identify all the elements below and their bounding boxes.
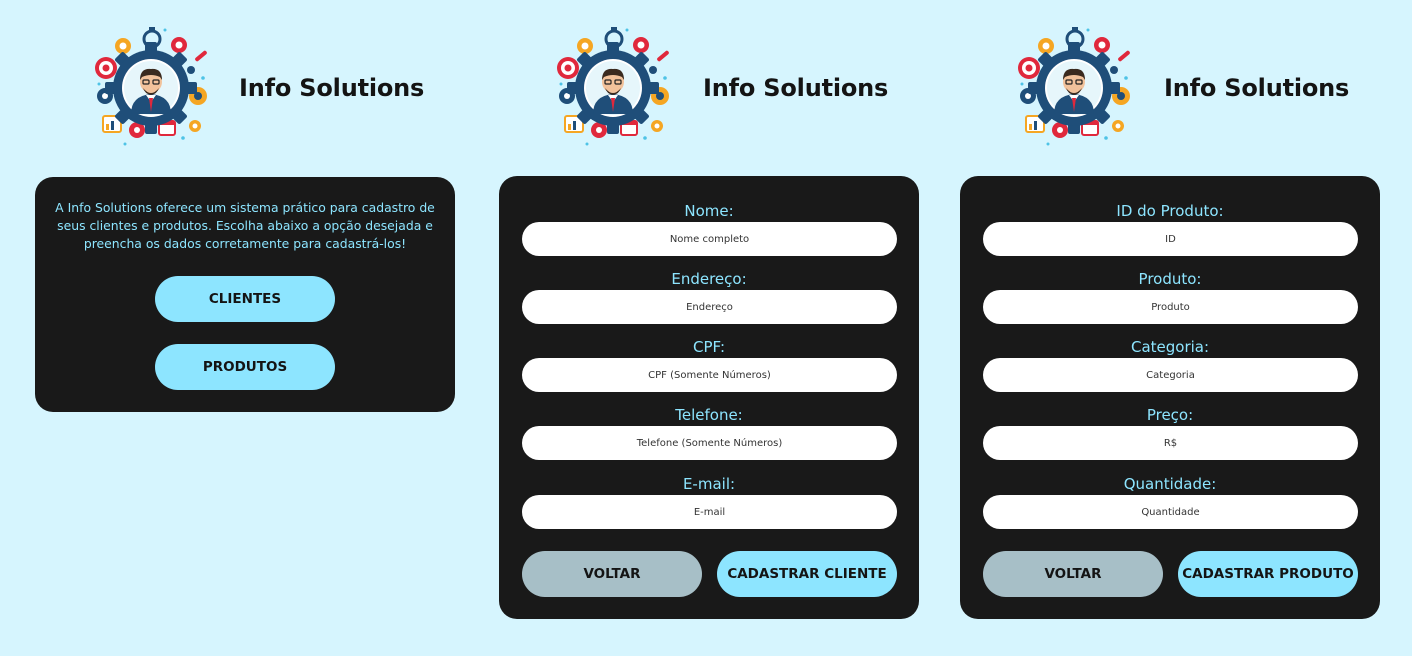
phone-field[interactable] <box>522 426 897 460</box>
client-form-panel: Nome: Endereço: CPF: Telefone: E-mail: V… <box>499 176 919 619</box>
register-client-button[interactable]: CADASTRAR CLIENTE <box>717 551 897 597</box>
businessman-gears-icon <box>557 26 675 150</box>
back-button[interactable]: VOLTAR <box>522 551 702 597</box>
home-panel: A Info Solutions oferece um sistema prát… <box>35 177 455 412</box>
email-label: E-mail: <box>682 475 736 493</box>
email-field[interactable] <box>522 495 897 529</box>
brand-header: Info Solutions <box>95 26 424 150</box>
businessman-gears-icon <box>95 26 213 150</box>
quantity-field[interactable] <box>983 495 1358 529</box>
product-id-label: ID do Produto: <box>1116 202 1224 220</box>
category-field[interactable] <box>983 358 1358 392</box>
back-button[interactable]: VOLTAR <box>983 551 1163 597</box>
price-label: Preço: <box>1146 406 1194 424</box>
product-id-field[interactable] <box>983 222 1358 256</box>
category-label: Categoria: <box>1130 338 1210 356</box>
register-product-button[interactable]: CADASTRAR PRODUTO <box>1178 551 1358 597</box>
products-button[interactable]: PRODUTOS <box>155 344 335 390</box>
name-label: Nome: <box>684 202 734 220</box>
clients-button[interactable]: CLIENTES <box>155 276 335 322</box>
brand-header: Info Solutions <box>557 26 888 150</box>
phone-label: Telefone: <box>675 406 743 424</box>
product-form-panel: ID do Produto: Produto: Categoria: Preço… <box>960 176 1380 619</box>
name-field[interactable] <box>522 222 897 256</box>
brand-name: Info Solutions <box>1164 74 1350 102</box>
address-field[interactable] <box>522 290 897 324</box>
brand-header: Info Solutions <box>1018 26 1349 150</box>
intro-text: A Info Solutions oferece um sistema prát… <box>55 200 435 251</box>
price-field[interactable] <box>983 426 1358 460</box>
businessman-gears-icon <box>1018 26 1136 150</box>
product-name-field[interactable] <box>983 290 1358 324</box>
quantity-label: Quantidade: <box>1123 475 1217 493</box>
brand-name: Info Solutions <box>703 74 889 102</box>
product-name-label: Produto: <box>1138 270 1202 288</box>
brand-name: Info Solutions <box>239 74 425 102</box>
cpf-label: CPF: <box>692 338 726 356</box>
address-label: Endereço: <box>671 270 747 288</box>
cpf-field[interactable] <box>522 358 897 392</box>
